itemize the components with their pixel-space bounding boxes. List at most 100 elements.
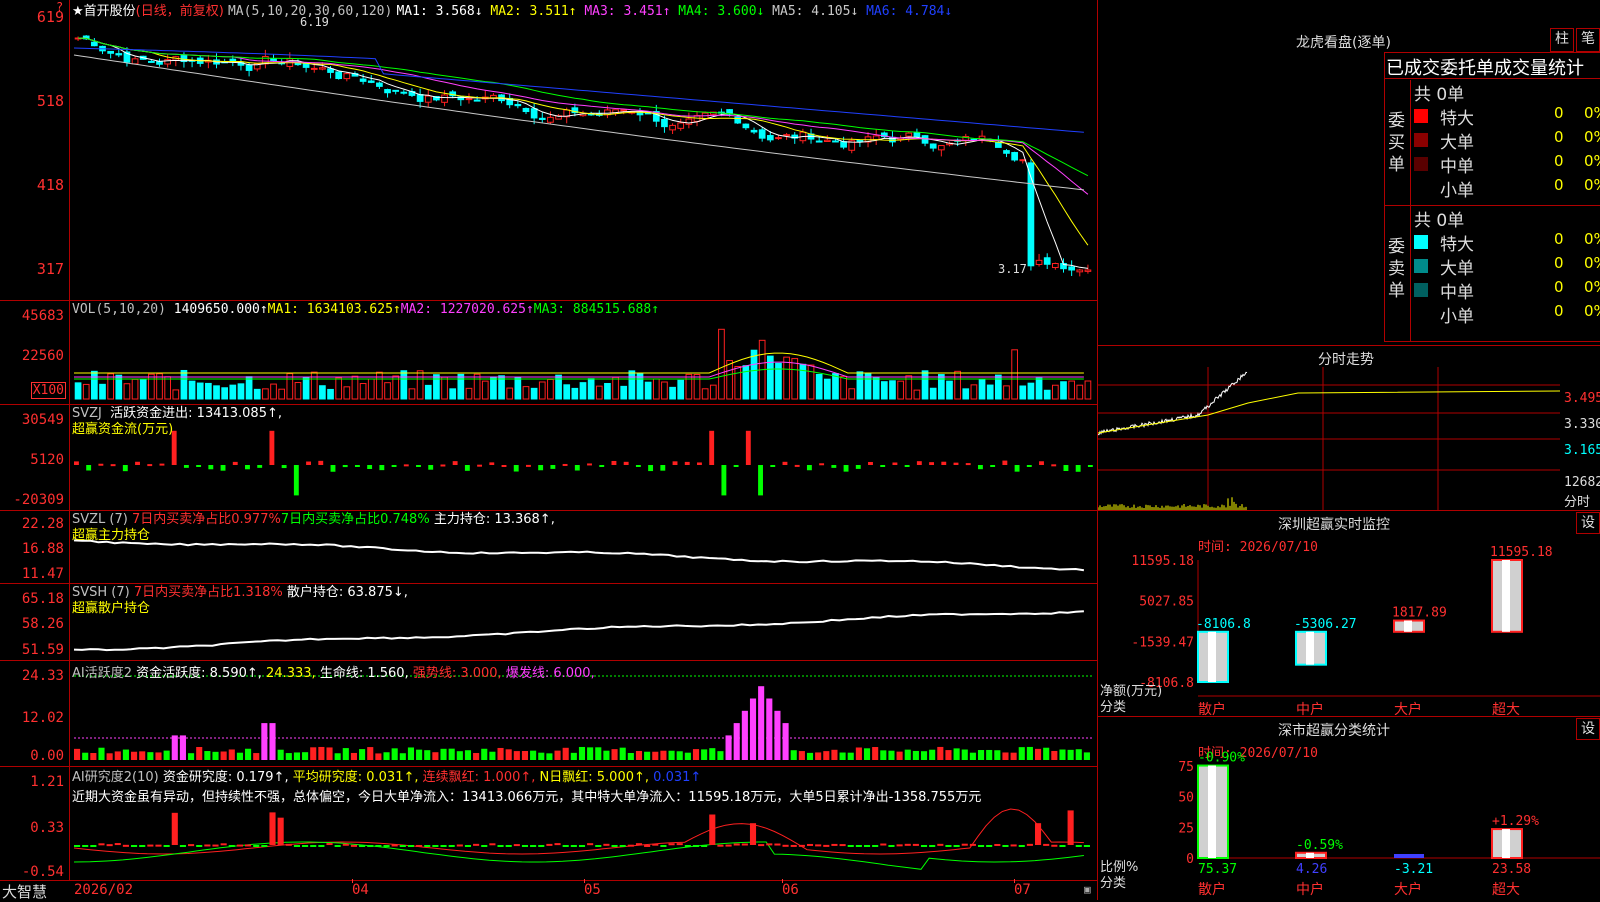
low-price-note: 3.17 xyxy=(998,262,1027,276)
period-label[interactable]: (日线，前复权) xyxy=(136,4,224,19)
volume-bar xyxy=(848,388,856,400)
research-bar xyxy=(644,844,651,847)
activity-bar xyxy=(293,752,300,760)
volume-bar xyxy=(612,376,619,400)
volume-bar xyxy=(424,384,432,400)
research-bar xyxy=(684,845,691,847)
research-bar xyxy=(204,844,211,847)
chart-area[interactable]: 619 518 418 317 ★首开股份(日线，前复权) MA(5,10,20… xyxy=(0,0,1098,902)
bar-view-button[interactable]: 柱 xyxy=(1550,28,1574,52)
research-bar xyxy=(326,843,333,846)
flow-bar xyxy=(416,465,421,467)
vol-unit-badge[interactable]: X100 xyxy=(30,382,66,399)
value-label: 4.26 xyxy=(1296,862,1327,877)
volume-bar xyxy=(416,370,424,400)
volume-bar xyxy=(889,380,896,400)
activity-bar xyxy=(815,752,822,760)
y-tick: 3.165 xyxy=(1564,443,1600,458)
flow-bar xyxy=(122,465,128,472)
candle xyxy=(783,134,790,137)
order-percent: 0% xyxy=(1584,104,1600,122)
activity-bar xyxy=(196,747,203,760)
volume-bar xyxy=(107,373,114,400)
volume-bar xyxy=(742,365,750,400)
research-bar xyxy=(578,845,586,847)
flow-bar xyxy=(257,465,263,468)
flow-bar xyxy=(367,465,373,469)
activity-bar xyxy=(701,749,708,760)
research-bar xyxy=(986,845,993,847)
dragon-tiger-panel: 龙虎看盘(逐单) 柱 笔 已成交委托单成交量统计 委买单 委卖单 共 0单 共 … xyxy=(1098,0,1600,345)
ai-research-chart xyxy=(73,808,1090,870)
order-color-swatch xyxy=(1414,109,1428,123)
activity-bar xyxy=(766,698,773,760)
order-count: 0 xyxy=(1554,302,1564,320)
activity-bar xyxy=(676,751,683,760)
activity-bar xyxy=(253,753,260,760)
volume-bar xyxy=(538,381,546,400)
volume-bar xyxy=(693,373,701,400)
candle xyxy=(148,60,155,63)
flow-bar xyxy=(379,465,385,471)
volume-bar xyxy=(229,384,237,400)
corner-icon[interactable]: ? xyxy=(56,0,63,14)
brand-logo[interactable]: 大智慧 xyxy=(2,881,47,902)
flow-bar xyxy=(159,463,165,466)
flow-bar xyxy=(538,465,544,471)
candle xyxy=(302,63,310,68)
volume-bar xyxy=(408,388,416,400)
research-bar xyxy=(98,843,105,846)
activity-bar xyxy=(391,748,398,760)
sell-orders-label: 委卖单 xyxy=(1388,237,1405,301)
y-tick: 0.33 xyxy=(30,820,64,836)
intraday-panel[interactable]: 分时走势 3.495 3.330 3.165 12682 分时 xyxy=(1098,345,1600,510)
volume-bar xyxy=(579,382,587,400)
y-tick: 51.59 xyxy=(21,642,64,658)
tick-view-button[interactable]: 笔 xyxy=(1576,28,1600,52)
net-bar-highlight xyxy=(1404,620,1412,632)
volume-bar xyxy=(384,382,391,400)
research-bar xyxy=(407,845,415,847)
stats-header: 已成交委托单成交量统计 xyxy=(1386,58,1584,79)
candle xyxy=(245,64,253,71)
candle xyxy=(359,78,367,82)
candle xyxy=(441,94,448,103)
research-bar xyxy=(114,843,121,846)
flow-bar xyxy=(697,462,702,465)
volume-bar xyxy=(123,383,131,400)
volume-bar xyxy=(91,370,98,400)
activity-bar xyxy=(733,723,740,760)
candle xyxy=(522,107,530,113)
research-bar xyxy=(139,845,146,847)
activity-bar xyxy=(318,746,325,760)
star-icon[interactable]: ★ xyxy=(72,4,84,19)
flow-bar xyxy=(855,465,861,469)
sz-class-x-label: 分类 xyxy=(1100,876,1127,891)
volume-bar xyxy=(807,364,815,400)
lock-icon[interactable]: ▣ xyxy=(1084,883,1091,896)
net-bar-highlight xyxy=(1502,560,1510,632)
candle xyxy=(107,50,114,54)
flow-bar xyxy=(232,461,238,465)
volume-bar xyxy=(913,389,921,400)
order-row: 大单 0 0% xyxy=(1414,254,1600,279)
ma-line xyxy=(73,54,1084,191)
activity-bar xyxy=(212,751,219,760)
volume-bar xyxy=(82,383,90,400)
activity-bar xyxy=(684,752,691,760)
volume-bar xyxy=(433,374,440,400)
activity-bar xyxy=(285,753,292,760)
volume-bar xyxy=(351,375,359,400)
candle xyxy=(400,91,408,94)
flow-bar xyxy=(965,463,971,466)
order-count: 0 xyxy=(1554,278,1564,296)
activity-bar xyxy=(627,753,634,760)
research-bar xyxy=(595,845,602,847)
activity-bar xyxy=(448,748,455,760)
order-color-swatch xyxy=(1414,133,1428,147)
order-count: 0 xyxy=(1554,176,1564,194)
activity-bar xyxy=(407,747,415,760)
net-bar-highlight xyxy=(1306,631,1314,665)
net-bar-highlight xyxy=(1208,631,1216,682)
candle xyxy=(937,145,945,151)
